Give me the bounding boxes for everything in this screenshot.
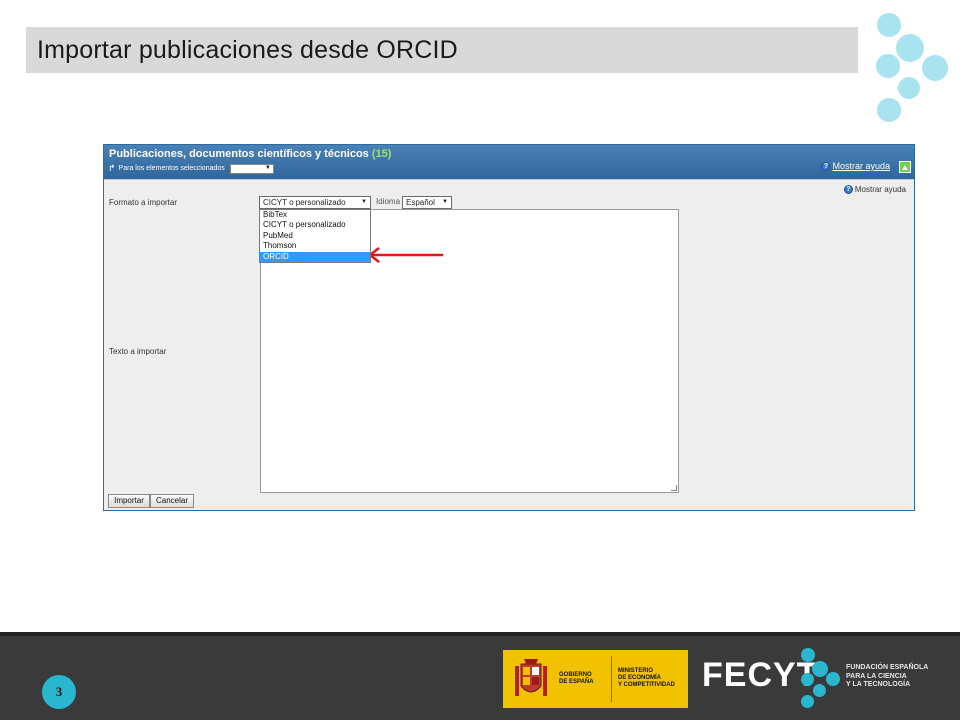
slide-title-bar: Importar publicaciones desde ORCID [26,27,858,73]
help-icon: ? [843,185,853,194]
selection-label: Para los elementos seleccionados [118,165,225,172]
text-label: Texto a importar [109,347,167,356]
format-option-thomson[interactable]: Thomson [260,241,370,251]
import-form: ? Mostrar ayuda Formato a importar CICYT… [104,179,914,510]
gov-divider [611,656,612,702]
ministry-text: MINISTERIO DE ECONOMÍA Y COMPETITIVIDAD [618,668,675,688]
help-link-body[interactable]: ? Mostrar ayuda [843,185,906,194]
government-logo: GOBIERNO DE ESPAÑA MINISTERIO DE ECONOMÍ… [503,650,688,708]
help-icon: ? [821,161,831,171]
format-label: Formato a importar [109,198,178,207]
cancel-button[interactable]: Cancelar [150,494,194,508]
language-select[interactable]: Español [402,196,452,209]
publication-count: (15) [371,148,392,160]
red-arrow-icon [367,247,443,263]
format-option-bibtex[interactable]: BibTex [260,210,370,220]
return-arrow-icon: ↱ [108,163,116,173]
collapse-panel-button[interactable] [899,161,911,173]
format-dropdown-list: BibTex CICYT o personalizado PubMed Thom… [259,209,371,263]
format-option-pubmed[interactable]: PubMed [260,231,370,241]
format-option-cicyt[interactable]: CICYT o personalizado [260,220,370,230]
format-option-orcid[interactable]: ORCID [260,251,370,262]
panel-title: Publicaciones, documentos científicos y … [109,148,392,160]
panel-header: Publicaciones, documentos científicos y … [104,145,914,179]
publications-panel: Publicaciones, documentos científicos y … [103,144,915,511]
selection-actions: ↱ Para los elementos seleccionados [108,163,274,174]
gov-text: GOBIERNO DE ESPAÑA [559,672,594,685]
import-button[interactable]: Importar [108,494,150,508]
fecyt-subtitle: FUNDACIÓN ESPAÑOLA PARA LA CIENCIA Y LA … [846,664,929,688]
slide-title: Importar publicaciones desde ORCID [37,36,458,64]
coat-of-arms-icon [515,659,547,696]
language-label: Idioma [376,197,401,206]
selection-action-select[interactable] [229,163,274,174]
format-select[interactable]: CICYT o personalizado [259,196,371,209]
page-number: 3 [42,675,76,709]
help-link-top[interactable]: ? Mostrar ayuda [821,161,890,171]
